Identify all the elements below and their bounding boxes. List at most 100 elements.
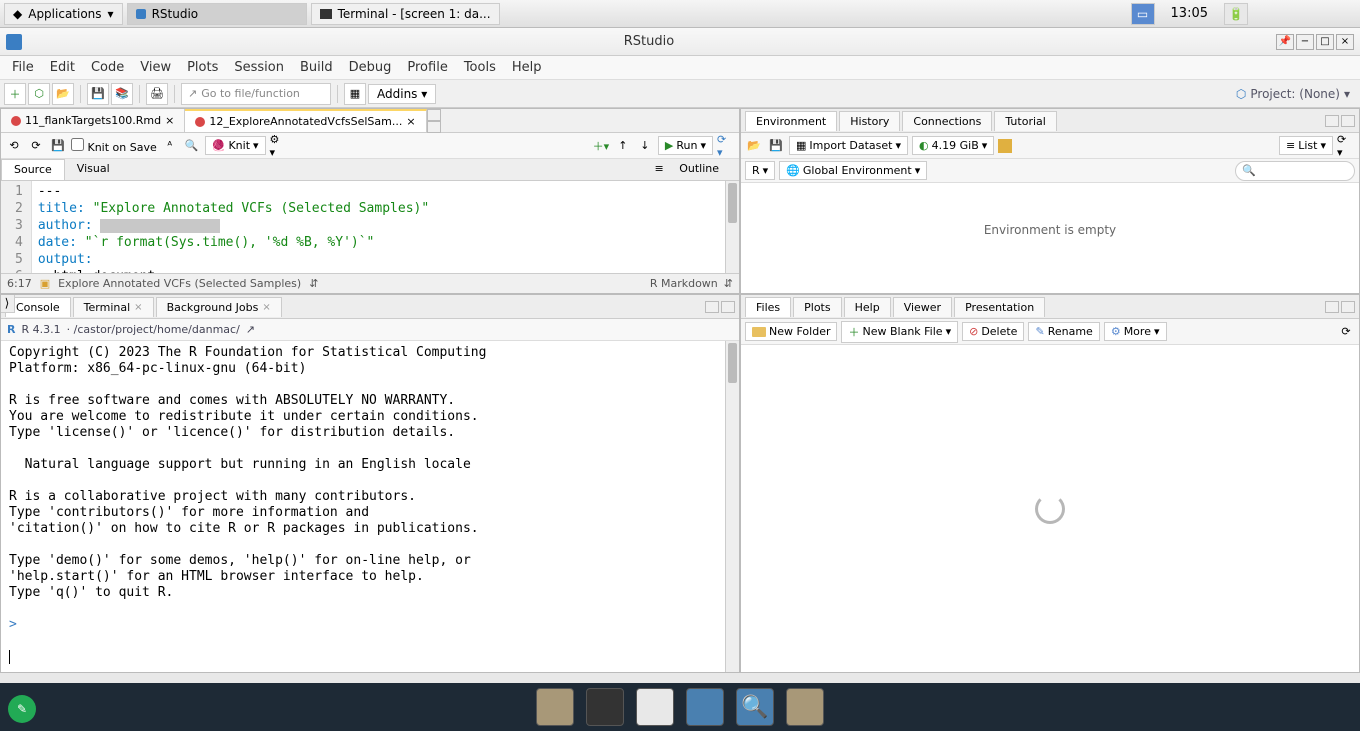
source-tab-1[interactable]: 11_flankTargets100.Rmd × bbox=[1, 109, 185, 132]
scope-language[interactable]: R ▾ bbox=[745, 161, 775, 180]
maximize-pane-button[interactable] bbox=[427, 121, 441, 133]
nav-up-icon[interactable]: ↑ bbox=[614, 137, 632, 155]
view-mode-list[interactable]: ≡ List ▾ bbox=[1279, 136, 1333, 155]
clock[interactable]: 13:05 bbox=[1163, 6, 1216, 21]
menu-tools[interactable]: Tools bbox=[456, 57, 504, 78]
delete-button[interactable]: ⊘ Delete bbox=[962, 322, 1024, 341]
menu-edit[interactable]: Edit bbox=[42, 57, 83, 78]
close-icon[interactable]: × bbox=[406, 115, 415, 128]
chunk-nav-icon[interactable]: ⇵ bbox=[309, 277, 318, 290]
working-dir[interactable]: · /castor/project/home/danmac/ bbox=[67, 323, 240, 336]
tab-files[interactable]: Files bbox=[745, 297, 791, 317]
back-icon[interactable]: ⟲ bbox=[5, 137, 23, 155]
tab-history[interactable]: History bbox=[839, 111, 900, 131]
tab-bgjobs[interactable]: Background Jobs × bbox=[156, 297, 282, 317]
print-button[interactable]: 🖨 bbox=[146, 83, 168, 105]
tab-terminal[interactable]: Terminal × bbox=[73, 297, 154, 317]
view-source[interactable]: Source bbox=[1, 159, 65, 180]
minimize-pane-button[interactable] bbox=[1325, 115, 1339, 127]
tab-plots[interactable]: Plots bbox=[793, 297, 841, 317]
new-folder-button[interactable]: New Folder bbox=[745, 322, 837, 341]
maximize-pane-button[interactable] bbox=[721, 301, 735, 313]
addins-dropdown[interactable]: Addins ▾ bbox=[368, 84, 436, 104]
more-button[interactable]: ⚙ More ▾ bbox=[1104, 322, 1167, 341]
tab-help[interactable]: Help bbox=[844, 297, 891, 317]
memory-usage[interactable]: ◐ 4.19 GiB ▾ bbox=[912, 136, 994, 155]
save-button[interactable]: 💾 bbox=[87, 83, 109, 105]
menu-code[interactable]: Code bbox=[83, 57, 132, 78]
file-type[interactable]: R Markdown bbox=[650, 277, 718, 290]
nav-down-icon[interactable]: ↓ bbox=[636, 137, 654, 155]
view-visual[interactable]: Visual bbox=[65, 159, 122, 180]
settings-icon[interactable]: ⚙ ▾ bbox=[270, 137, 288, 155]
editor-scrollbar[interactable] bbox=[725, 181, 739, 273]
goto-file-input[interactable]: ↗ Go to file/function bbox=[181, 83, 331, 105]
menu-file[interactable]: File bbox=[4, 57, 42, 78]
refresh-icon[interactable]: ⟳ bbox=[1337, 323, 1355, 341]
code-editor[interactable]: 123456 --- title: "Explore Annotated VCF… bbox=[1, 181, 739, 273]
chunk-label[interactable]: Explore Annotated VCFs (Selected Samples… bbox=[58, 277, 301, 290]
dock-browser-icon[interactable] bbox=[686, 688, 724, 726]
new-file-button[interactable]: ＋ bbox=[4, 83, 26, 105]
run-button[interactable]: ▶Run ▾ bbox=[658, 136, 713, 155]
knit-on-save-checkbox[interactable]: Knit on Save bbox=[71, 138, 157, 154]
save-ws-icon[interactable]: 💾 bbox=[767, 137, 785, 155]
battery-icon[interactable]: 🔋 bbox=[1224, 3, 1248, 25]
browse-dir-icon[interactable]: ↗ bbox=[246, 323, 255, 336]
rename-button[interactable]: ✎ Rename bbox=[1028, 322, 1099, 341]
find-icon[interactable]: 🔍 bbox=[183, 137, 201, 155]
maximize-pane-button[interactable] bbox=[1341, 115, 1355, 127]
close-icon[interactable]: × bbox=[165, 114, 174, 127]
save-all-button[interactable]: 📚 bbox=[111, 83, 133, 105]
import-dataset-button[interactable]: ▦ Import Dataset ▾ bbox=[789, 136, 908, 155]
new-project-button[interactable]: ⬡ bbox=[28, 83, 50, 105]
tools-grid-button[interactable]: ▦ bbox=[344, 83, 366, 105]
menu-session[interactable]: Session bbox=[226, 57, 292, 78]
forward-icon[interactable]: ⟳ bbox=[27, 137, 45, 155]
menu-help[interactable]: Help bbox=[504, 57, 550, 78]
chevron-icon[interactable]: ⇵ bbox=[724, 277, 733, 290]
tab-viewer[interactable]: Viewer bbox=[893, 297, 952, 317]
console-output[interactable]: Copyright (C) 2023 The R Foundation for … bbox=[1, 341, 739, 672]
open-file-button[interactable]: 📂 bbox=[52, 83, 74, 105]
dock-folder-icon[interactable] bbox=[786, 688, 824, 726]
env-search[interactable]: 🔍 bbox=[1235, 161, 1355, 181]
clear-env-icon[interactable] bbox=[998, 139, 1012, 153]
minimize-pane-button[interactable] bbox=[427, 109, 441, 121]
pin-button[interactable]: 📌 bbox=[1276, 34, 1294, 50]
maximize-button[interactable]: □ bbox=[1316, 34, 1334, 50]
applications-menu[interactable]: ◆ Applications ▾ bbox=[4, 3, 123, 25]
minimize-pane-button[interactable] bbox=[1325, 301, 1339, 313]
maximize-pane-button[interactable] bbox=[1341, 301, 1355, 313]
tab-environment[interactable]: Environment bbox=[745, 111, 837, 131]
minimize-button[interactable]: − bbox=[1296, 34, 1314, 50]
menu-build[interactable]: Build bbox=[292, 57, 341, 78]
close-icon[interactable]: × bbox=[262, 302, 270, 313]
workspace-switcher[interactable]: ▭ bbox=[1131, 3, 1155, 25]
refresh-icon[interactable]: ⟳ ▾ bbox=[1337, 137, 1355, 155]
console-scrollbar[interactable] bbox=[725, 341, 739, 672]
taskbar-terminal[interactable]: Terminal - [screen 1: da... bbox=[311, 3, 500, 25]
minimize-pane-button[interactable] bbox=[705, 301, 719, 313]
source-tab-2[interactable]: 12_ExploreAnnotatedVcfsSelSam... × bbox=[185, 109, 426, 132]
menu-debug[interactable]: Debug bbox=[341, 57, 400, 78]
project-selector[interactable]: ⬡ Project: (None) ▾ bbox=[1230, 85, 1356, 103]
expand-console-icon[interactable]: ⟩ bbox=[0, 294, 15, 313]
load-ws-icon[interactable]: 📂 bbox=[745, 137, 763, 155]
publish-icon[interactable]: ⟳ ▾ bbox=[717, 137, 735, 155]
close-button[interactable]: × bbox=[1336, 34, 1354, 50]
menu-view[interactable]: View bbox=[132, 57, 179, 78]
tab-presentation[interactable]: Presentation bbox=[954, 297, 1045, 317]
taskbar-rstudio[interactable]: RStudio bbox=[127, 3, 307, 25]
menu-plots[interactable]: Plots bbox=[179, 57, 226, 78]
tab-tutorial[interactable]: Tutorial bbox=[994, 111, 1056, 131]
save-icon[interactable]: 💾 bbox=[49, 137, 67, 155]
dock-editor-icon[interactable] bbox=[636, 688, 674, 726]
new-blank-file-button[interactable]: ＋ New Blank File ▾ bbox=[841, 321, 958, 343]
outline-toggle[interactable]: ≡ Outline bbox=[642, 159, 739, 180]
insert-chunk-icon[interactable]: ＋▾ bbox=[592, 137, 610, 155]
scope-environment[interactable]: 🌐 Global Environment ▾ bbox=[779, 161, 927, 180]
menu-profile[interactable]: Profile bbox=[399, 57, 455, 78]
spellcheck-icon[interactable]: ᴬ bbox=[161, 137, 179, 155]
edit-fab[interactable]: ✎ bbox=[8, 695, 36, 723]
